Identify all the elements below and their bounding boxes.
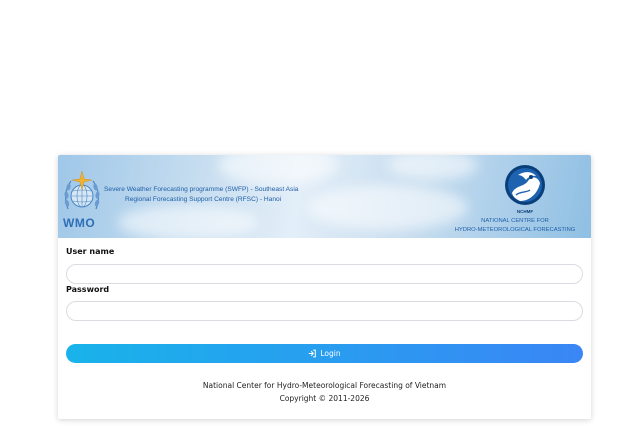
username-input[interactable]	[66, 264, 583, 284]
nchmf-logo-icon	[505, 165, 545, 205]
programme-subtitle: Regional Forecasting Support Centre (RFS…	[125, 196, 282, 203]
login-card: WMO Severe Weather Forecasting programme…	[58, 155, 591, 419]
nchmf-name-line2: HYDRO-METEOROLOGICAL FORECASTING	[454, 227, 576, 233]
nchmf-abbreviation: NCHMF	[516, 209, 534, 214]
login-button[interactable]: Login	[66, 344, 583, 363]
header-banner: WMO Severe Weather Forecasting programme…	[58, 155, 591, 238]
footer-copyright: Copyright © 2011-2026	[279, 394, 370, 403]
wmo-label: WMO	[63, 216, 96, 230]
password-label: Password	[66, 285, 110, 294]
programme-title: Severe Weather Forecasting programme (SW…	[104, 186, 299, 193]
nchmf-name-line1: NATIONAL CENTRE FOR	[481, 218, 549, 224]
login-button-label: Login	[320, 349, 341, 358]
username-label: User name	[66, 247, 115, 256]
login-arrow-icon	[308, 349, 317, 358]
password-input[interactable]	[66, 301, 583, 321]
footer-organization: National Center for Hydro-Meteorological…	[202, 381, 447, 390]
